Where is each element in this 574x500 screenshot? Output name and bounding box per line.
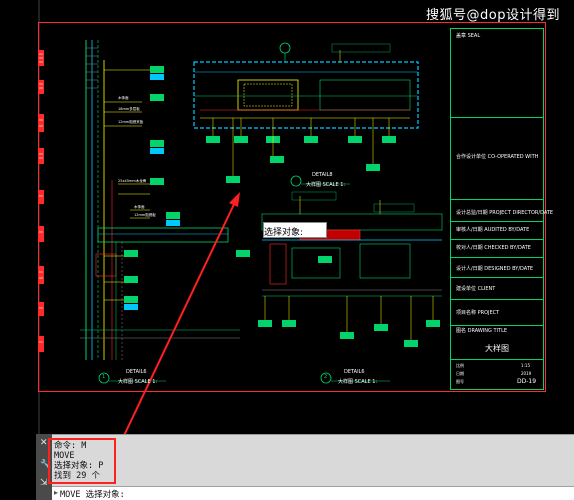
title-block: 盖章 SEAL 合作设计单位 CO-OPERATED WITH 设计总监/日期 …	[450, 28, 553, 390]
tb-drawing-no: DD-19	[517, 378, 537, 385]
command-prompt-arrow-icon: ▸	[54, 488, 59, 497]
detail-title-top: DETAIL8	[312, 172, 333, 178]
tb-scale-label: 比例	[456, 363, 464, 368]
tb-divider	[451, 117, 543, 118]
svg-text:12mm阻燃板: 12mm阻燃板	[134, 212, 156, 217]
tb-checked-by: 校对人/日期 CHECKED BY/DATE	[456, 245, 531, 251]
svg-text:12mm阻燃夹板: 12mm阻燃夹板	[118, 119, 144, 124]
close-icon[interactable]: ✕	[40, 438, 48, 448]
detail-top-section	[193, 42, 419, 187]
tb-audited-by: 审核人/日期 AUDITED BY/DATE	[456, 227, 530, 233]
tb-drawing-title: 大样图	[485, 344, 509, 353]
detail-scale-bottom: 大样图 SCALE 1:	[338, 379, 378, 385]
customize-icon[interactable]: ⇲	[40, 478, 48, 488]
command-prompt-text: MOVE 选择对象:	[60, 490, 125, 500]
tb-seal: 盖章 SEAL	[456, 33, 481, 39]
detail-bottom-section	[236, 191, 443, 384]
tb-divider	[451, 299, 543, 300]
tb-drawing-title-label: 图名 DRAWING TITLE	[456, 328, 508, 334]
cad-drawing-canvas[interactable]: 木饰面 18mm多层板 12mm阻燃夹板 25x45mm木龙骨 木饰面 12mm阻燃板	[0, 0, 574, 434]
svg-text:25x45mm木龙骨: 25x45mm木龙骨	[118, 178, 147, 183]
svg-text:木饰面: 木饰面	[118, 95, 129, 100]
tb-scale-value: 1:15	[521, 363, 530, 368]
tb-divider	[451, 359, 543, 360]
tb-project-director: 设计总监/日期 PROJECT DIRECTOR/DATE	[456, 210, 554, 216]
detail-mark-bottom: 2	[324, 374, 328, 380]
tb-cooperator: 合作设计单位 CO-OPERATED WITH	[456, 154, 539, 160]
tb-divider	[451, 221, 543, 222]
detail-title-bottom: DETAIL6	[344, 369, 365, 375]
tb-divider	[451, 325, 543, 326]
annotation-highlight-box	[48, 438, 116, 484]
tb-client: 建设单位 CLIENT	[456, 286, 496, 292]
detail-left-section: 木饰面18mm多层板12mm阻燃夹板 25x45mm木龙骨木饰面12mm阻燃板	[80, 40, 240, 360]
detail-scale-left: 大样图 SCALE 1:	[118, 379, 158, 385]
select-objects-tooltip-text: 选择对象:	[264, 228, 304, 238]
tb-date-label: 日期	[456, 371, 464, 376]
tb-designed-by: 设计人/日期 DESIGNED BY/DATE	[456, 266, 534, 272]
drawing-details: 木饰面18mm多层板12mm阻燃夹板 25x45mm木龙骨木饰面12mm阻燃板	[80, 40, 443, 434]
svg-text:木饰面: 木饰面	[134, 204, 145, 209]
tb-divider	[451, 277, 543, 278]
tb-project: 项目名称 PROJECT	[456, 310, 500, 316]
tb-date-value: 2019	[521, 371, 532, 376]
tb-drawing-no-label: 图号	[456, 379, 464, 384]
tb-divider	[451, 199, 543, 200]
detail-scale-top: 大样图 SCALE 1:	[306, 182, 346, 188]
watermark: 搜狐号@dop设计得到	[426, 8, 560, 23]
command-input-field[interactable]	[52, 486, 574, 500]
tb-divider	[451, 239, 543, 240]
detail-title-left: DETAIL6	[126, 369, 147, 375]
svg-text:18mm多层板: 18mm多层板	[118, 106, 140, 111]
detail-mark-left: 1	[102, 374, 106, 380]
tb-divider	[451, 257, 543, 258]
